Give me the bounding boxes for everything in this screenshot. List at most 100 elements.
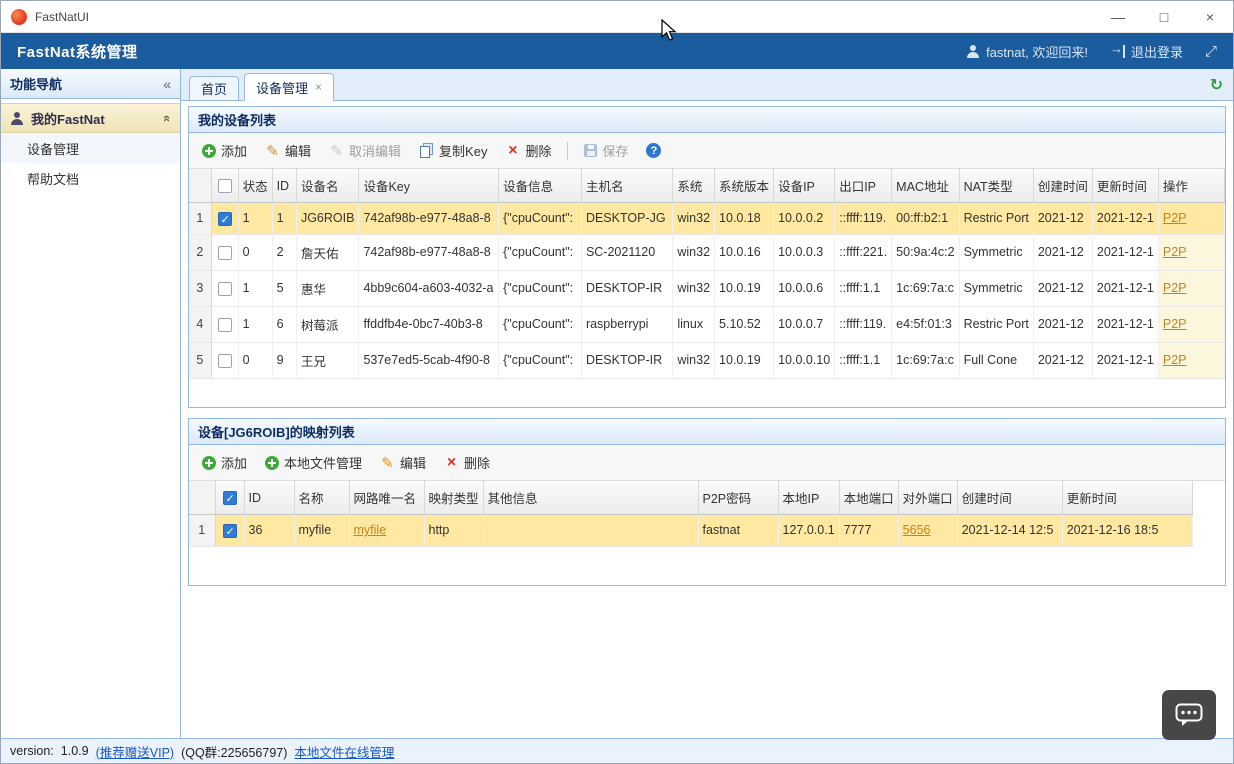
- fullscreen-icon[interactable]: [1205, 43, 1217, 60]
- column-header-external-port[interactable]: 对外端口: [898, 481, 957, 515]
- minimize-button[interactable]: —: [1095, 1, 1141, 32]
- operation-link[interactable]: P2P: [1163, 211, 1187, 225]
- app-icon: [11, 9, 27, 25]
- column-header-select[interactable]: [215, 481, 244, 515]
- column-header-device-ip[interactable]: 设备IP: [774, 169, 835, 203]
- column-header-id[interactable]: ID: [244, 481, 294, 515]
- help-button[interactable]: [638, 139, 669, 162]
- column-header-updated-time[interactable]: 更新时间: [1092, 169, 1158, 203]
- local-file-management-button[interactable]: 本地文件管理: [257, 449, 370, 476]
- cell-status: 1: [238, 306, 272, 342]
- sidebar-item-help-docs[interactable]: 帮助文档: [1, 163, 180, 193]
- delete-device-button-label: 删除: [525, 141, 551, 160]
- column-header-status[interactable]: 状态: [238, 169, 272, 203]
- column-header-device-key[interactable]: 设备Key: [359, 169, 499, 203]
- icon-add: [202, 144, 216, 158]
- row-checkbox[interactable]: [218, 246, 232, 260]
- sidebar-item-device-management[interactable]: 设备管理: [1, 133, 180, 163]
- cell-device-key: 742af98b-e977-48a8-8: [359, 234, 499, 270]
- cell-device-info: {"cpuCount":: [499, 203, 582, 235]
- column-header-unique-name[interactable]: 网路唯一名: [349, 481, 424, 515]
- vip-link[interactable]: (推荐赠送VIP): [96, 742, 174, 761]
- cell-os: win32: [673, 234, 715, 270]
- unique-name-link[interactable]: myfile: [354, 523, 387, 537]
- operation-link[interactable]: P2P: [1163, 317, 1187, 331]
- operation-link[interactable]: P2P: [1163, 353, 1187, 367]
- table-row[interactable]: 509王兄537e7ed5-5cab-4f90-8{"cpuCount":DES…: [189, 342, 1225, 378]
- operation-link[interactable]: P2P: [1163, 245, 1187, 259]
- edit-mapping-button[interactable]: 编辑: [372, 449, 434, 476]
- delete-device-button[interactable]: 删除: [497, 137, 559, 164]
- cell-device-name: JG6ROIB: [296, 203, 359, 235]
- maximize-button[interactable]: □: [1141, 1, 1187, 32]
- tab-home[interactable]: 首页: [189, 76, 239, 101]
- sidebar-collapse-icon[interactable]: «: [163, 76, 171, 92]
- accordion-title: 我的FastNat: [31, 109, 105, 128]
- column-header-hostname[interactable]: 主机名: [581, 169, 672, 203]
- table-row[interactable]: 416树莓派ffddfb4e-0bc7-40b3-8{"cpuCount":ra…: [189, 306, 1225, 342]
- cell-device-name: 詹天佑: [296, 234, 359, 270]
- select-all-checkbox[interactable]: [218, 179, 232, 193]
- table-row[interactable]: 136myfilemyfilehttpfastnat127.0.0.177775…: [189, 515, 1192, 547]
- select-all-checkbox[interactable]: [223, 491, 237, 505]
- cell-hostname: DESKTOP-JG: [581, 203, 672, 235]
- row-checkbox[interactable]: [223, 524, 237, 538]
- cancel-edit-button-label: 取消编辑: [349, 141, 401, 160]
- add-device-button[interactable]: 添加: [194, 137, 255, 164]
- copy-key-button[interactable]: 复制Key: [411, 137, 495, 164]
- row-checkbox[interactable]: [218, 354, 232, 368]
- row-checkbox[interactable]: [218, 318, 232, 332]
- cell-os: linux: [673, 306, 715, 342]
- column-header-updated-time[interactable]: 更新时间: [1062, 481, 1192, 515]
- refresh-icon[interactable]: [1210, 75, 1223, 95]
- add-mapping-button[interactable]: 添加: [194, 449, 255, 476]
- column-header-operation[interactable]: 操作: [1158, 169, 1224, 203]
- column-header-os-version[interactable]: 系统版本: [715, 169, 774, 203]
- table-row[interactable]: 315惠华4bb9c604-a603-4032-a{"cpuCount":DES…: [189, 270, 1225, 306]
- cell-device-ip: 10.0.0.2: [774, 203, 835, 235]
- icon-edit: [380, 455, 395, 470]
- column-header-local-port[interactable]: 本地端口: [839, 481, 898, 515]
- tab-close-icon[interactable]: [315, 80, 322, 94]
- cell-select: [211, 203, 238, 235]
- column-header-mac-address[interactable]: MAC地址: [892, 169, 959, 203]
- external-port-link[interactable]: 5656: [903, 523, 931, 537]
- local-file-online-link[interactable]: 本地文件在线管理: [294, 742, 394, 761]
- column-header-mapping-type[interactable]: 映射类型: [424, 481, 483, 515]
- cell-operation: P2P: [1158, 306, 1224, 342]
- column-header-created-time[interactable]: 创建时间: [1033, 169, 1092, 203]
- row-checkbox[interactable]: [218, 282, 232, 296]
- column-header-select[interactable]: [211, 169, 238, 203]
- delete-mapping-button-label: 删除: [464, 453, 490, 472]
- mapping-list-panel: 设备[JG6ROIB]的映射列表 添加本地文件管理编辑删除 ID名称网路唯一名映…: [188, 418, 1226, 586]
- column-header-os[interactable]: 系统: [673, 169, 715, 203]
- column-header-nat-type[interactable]: NAT类型: [959, 169, 1033, 203]
- table-row[interactable]: 111JG6ROIB742af98b-e977-48a8-8{"cpuCount…: [189, 203, 1225, 235]
- column-header-name[interactable]: 名称: [294, 481, 349, 515]
- cell-select: [211, 270, 238, 306]
- column-header-p2p-password[interactable]: P2P密码: [698, 481, 778, 515]
- cell-nat-type: Full Cone: [959, 342, 1033, 378]
- delete-mapping-button[interactable]: 删除: [436, 449, 498, 476]
- tab-device-management[interactable]: 设备管理: [244, 73, 334, 101]
- logout-button[interactable]: 退出登录: [1110, 42, 1183, 61]
- column-header-local-ip[interactable]: 本地IP: [778, 481, 839, 515]
- table-row[interactable]: 202詹天佑742af98b-e977-48a8-8{"cpuCount":SC…: [189, 234, 1225, 270]
- column-header-id[interactable]: ID: [272, 169, 296, 203]
- column-header-exit-ip[interactable]: 出口IP: [835, 169, 892, 203]
- accordion-my-fastnat[interactable]: 我的FastNat: [1, 103, 180, 133]
- row-number: 1: [189, 515, 215, 547]
- header-right: fastnat, 欢迎回来! 退出登录: [966, 42, 1217, 61]
- chat-button[interactable]: [1162, 690, 1216, 740]
- row-checkbox[interactable]: [218, 212, 232, 226]
- window-titlebar: FastNatUI — □ ×: [1, 1, 1233, 33]
- operation-link[interactable]: P2P: [1163, 281, 1187, 295]
- column-header-created-time[interactable]: 创建时间: [957, 481, 1062, 515]
- column-header-other-info[interactable]: 其他信息: [483, 481, 698, 515]
- cell-status: 1: [238, 270, 272, 306]
- close-button[interactable]: ×: [1187, 1, 1233, 32]
- column-header-device-name[interactable]: 设备名: [296, 169, 359, 203]
- status-bar-parts: version:1.0.9(推荐赠送VIP)(QQ群:225656797)本地文…: [10, 742, 394, 761]
- edit-device-button[interactable]: 编辑: [257, 137, 319, 164]
- column-header-device-info[interactable]: 设备信息: [499, 169, 582, 203]
